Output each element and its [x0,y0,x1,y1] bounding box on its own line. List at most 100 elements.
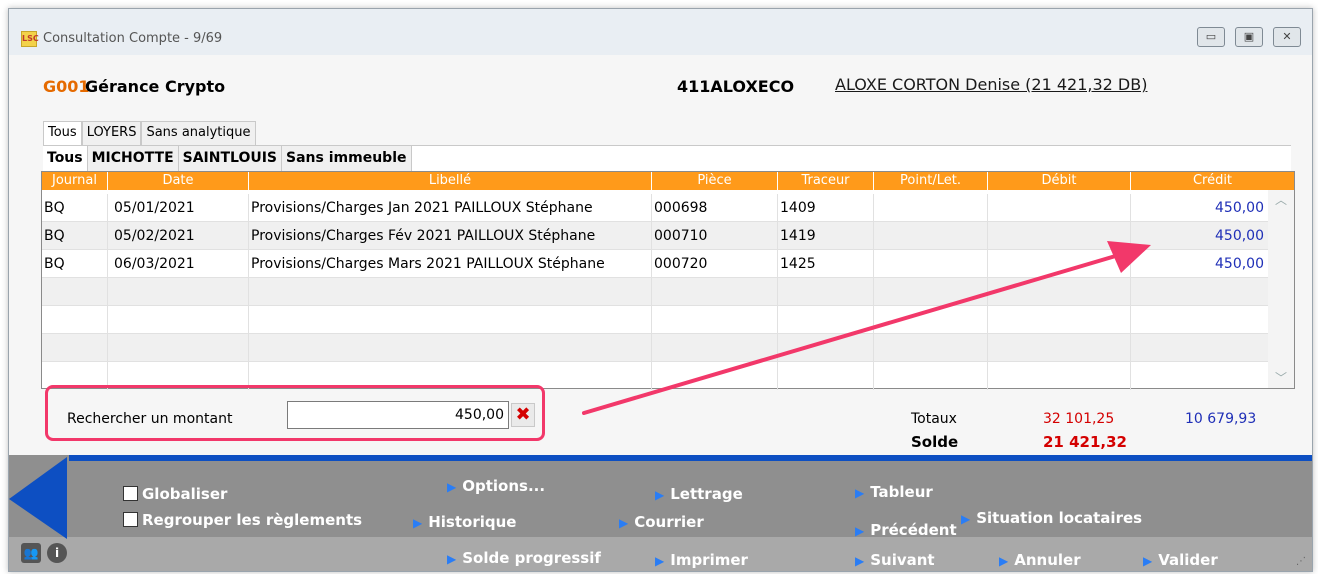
tab-building-sans-immeuble[interactable]: Sans immeuble [282,146,412,171]
agency-name: Gérance Crypto [85,77,226,96]
suivant-button[interactable]: ▶ Suivant [855,551,935,569]
cell-point [874,194,988,222]
main-content: G001 Gérance Crypto 411ALOXECO ALOXE COR… [9,55,1312,455]
cell-libelle: Provisions/Charges Jan 2021 PAILLOUX Sté… [249,194,652,222]
tableur-button[interactable]: ▶ Tableur [855,483,933,501]
cell-credit: 450,00 [1215,256,1264,272]
action-toolbar: Globaliser Regrouper les règlements ▶ Opt… [9,455,1312,571]
column-header[interactable]: Libellé [249,172,652,190]
table-row[interactable]: BQ 06/03/2021 Provisions/Charges Mars 20… [42,250,1268,278]
checkbox-icon[interactable] [123,512,138,527]
tab-building-michotte[interactable]: MICHOTTE [87,146,179,171]
play-arrow-icon: ▶ [855,554,865,568]
play-arrow-icon: ▶ [447,552,457,566]
tenant-link[interactable]: ALOXE CORTON Denise (21 421,32 DB) [835,75,1147,94]
toolbar-accent-bar [69,455,1312,461]
table-row[interactable]: BQ 05/02/2021 Provisions/Charges Fév 202… [42,222,1268,250]
entries-grid: Journal Date Libellé Pièce Traceur Point… [41,171,1295,390]
tab-tous[interactable]: Tous [43,121,82,145]
play-arrow-icon: ▶ [855,524,865,538]
collapse-triangle-icon[interactable] [9,455,69,541]
cell-journal: BQ [42,194,108,222]
cell-traceur: 1409 [778,194,874,222]
lettrage-button[interactable]: ▶ Lettrage [655,485,743,503]
resize-grip-icon[interactable]: ⋰ [1296,556,1306,567]
play-arrow-icon: ▶ [655,554,665,568]
tabs-level1: Tous LOYERS Sans analytique [43,121,256,145]
cell-debit [988,250,1131,278]
imprimer-button[interactable]: ▶ Imprimer [655,551,748,569]
solde-value: 21 421,32 [1043,433,1127,451]
historique-button[interactable]: ▶ Historique [413,513,516,531]
cell-piece: 000698 [652,194,778,222]
column-header[interactable]: Traceur [778,172,874,190]
play-arrow-icon: ▶ [1143,554,1153,568]
globaliser-checkbox[interactable]: Globaliser [123,485,227,503]
totals-debit: 32 101,25 [1043,411,1115,427]
cell-credit: 450,00 [1215,228,1264,244]
cell-traceur: 1419 [778,222,874,250]
play-arrow-icon: ▶ [961,512,971,526]
info-icon[interactable]: i [47,543,67,563]
totals-label: Totaux [911,411,957,427]
solde-label: Solde [911,433,959,451]
maximize-button[interactable]: ▣ [1235,27,1263,47]
cell-piece: 000720 [652,250,778,278]
consultation-window: LSC Consultation Compte - 9/69 ▭ ▣ ✕ G00… [8,8,1313,572]
scroll-up-icon[interactable]: ︿ [1268,190,1294,210]
cell-date: 05/01/2021 [108,194,249,222]
tabs-level2: Tous MICHOTTE SAINTLOUIS Sans immeuble [43,145,1291,171]
table-row[interactable]: BQ 05/01/2021 Provisions/Charges Jan 202… [42,194,1268,222]
play-arrow-icon: ▶ [855,486,865,500]
column-header[interactable]: Pièce [652,172,778,190]
tab-building-saintlouis[interactable]: SAINTLOUIS [178,146,283,171]
cell-journal: BQ [42,222,108,250]
tab-loyers[interactable]: LOYERS [81,121,142,145]
window-title: Consultation Compte - 9/69 [43,31,223,46]
cell-libelle: Provisions/Charges Mars 2021 PAILLOUX St… [249,250,652,278]
column-header[interactable]: Débit [988,172,1131,190]
column-header[interactable]: Journal [42,172,108,190]
grid-scrollbar[interactable]: ︿ ﹀ [1268,190,1294,388]
clear-icon[interactable]: ✖ [511,403,535,427]
cell-piece: 000710 [652,222,778,250]
cell-journal: BQ [42,250,108,278]
cell-point [874,222,988,250]
cell-traceur: 1425 [778,250,874,278]
empty-row [42,306,1268,334]
close-button[interactable]: ✕ [1273,27,1301,47]
precedent-button[interactable]: ▶ Précédent [855,521,957,539]
tab-sans-analytique[interactable]: Sans analytique [141,121,256,145]
column-header[interactable]: Crédit [1131,172,1294,190]
empty-row [42,334,1268,362]
checkbox-icon[interactable] [123,486,138,501]
agency-code: G001 [43,77,90,96]
cell-date: 06/03/2021 [108,250,249,278]
play-arrow-icon: ▶ [447,480,457,494]
solde-progressif-button[interactable]: ▶ Solde progressif [447,549,601,567]
grid-header: Journal Date Libellé Pièce Traceur Point… [42,172,1294,190]
scroll-down-icon[interactable]: ﹀ [1268,368,1294,388]
column-header[interactable]: Point/Let. [874,172,988,190]
valider-button[interactable]: ▶ Valider [1143,551,1218,569]
users-icon[interactable]: 👥 [21,543,41,563]
play-arrow-icon: ▶ [655,488,665,502]
search-amount-input[interactable] [287,401,509,429]
column-header[interactable]: Date [108,172,249,190]
play-arrow-icon: ▶ [413,516,423,530]
app-logo: LSC [21,31,39,47]
courrier-button[interactable]: ▶ Courrier [619,513,704,531]
title-bar: LSC Consultation Compte - 9/69 ▭ ▣ ✕ [9,9,1312,55]
totals-credit: 10 679,93 [1185,411,1257,427]
situation-locataires-button[interactable]: ▶ Situation locataires [961,509,1142,527]
tab-building-tous[interactable]: Tous [43,146,88,171]
cell-debit [988,222,1131,250]
regrouper-checkbox[interactable]: Regrouper les règlements [123,511,362,529]
cell-credit: 450,00 [1215,200,1264,216]
cell-date: 05/02/2021 [108,222,249,250]
annuler-button[interactable]: ▶ Annuler [999,551,1081,569]
play-arrow-icon: ▶ [999,554,1009,568]
options-button[interactable]: ▶ Options... [447,477,545,495]
grid-body: BQ 05/01/2021 Provisions/Charges Jan 202… [42,194,1268,390]
minimize-button[interactable]: ▭ [1197,27,1225,47]
